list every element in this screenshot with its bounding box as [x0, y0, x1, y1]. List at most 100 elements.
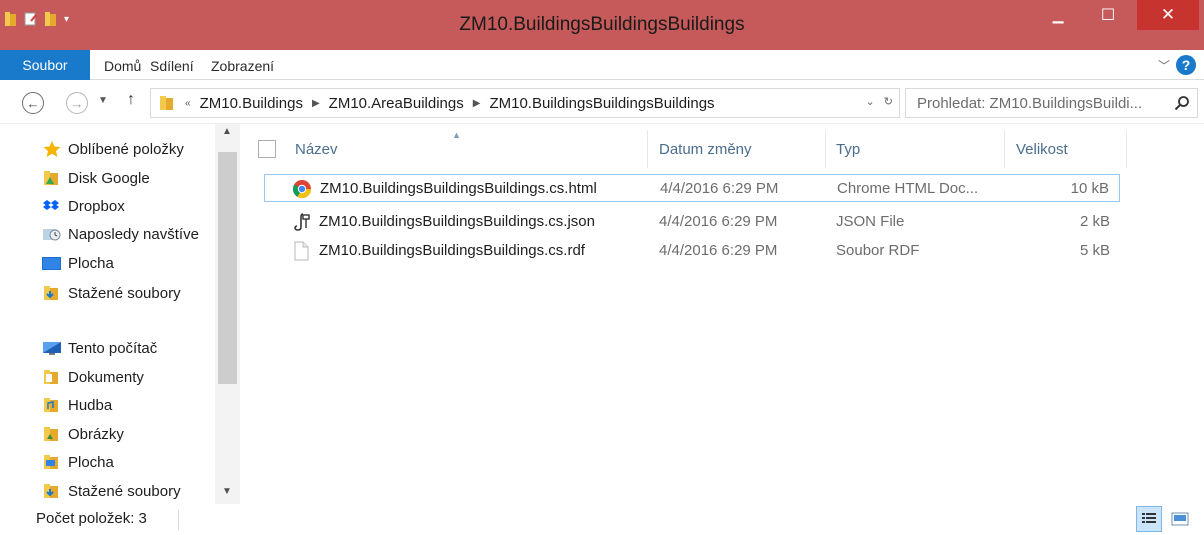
this-pc-icon [42, 340, 64, 356]
google-drive-folder-icon [42, 170, 64, 186]
ribbon-tabs: Soubor Domů Sdílení Zobrazení ﹀ ? [0, 50, 1204, 80]
downloads-folder-icon [42, 483, 64, 499]
address-dropdown-icon[interactable]: ⌄ [866, 96, 875, 108]
file-type: Soubor RDF [836, 242, 920, 259]
large-icons-view-button[interactable] [1168, 508, 1192, 530]
details-view-button[interactable] [1136, 506, 1162, 532]
tab-view[interactable]: Zobrazení [211, 58, 274, 74]
large-icons-view-icon [1171, 512, 1189, 526]
nav-item-downloads[interactable]: Stažené soubory [42, 281, 232, 305]
back-button[interactable]: ← [22, 92, 44, 114]
column-divider[interactable] [825, 130, 826, 168]
address-bar[interactable]: « ZM10.Buildings ▶ ZM10.AreaBuildings ▶ … [150, 88, 900, 118]
tab-home[interactable]: Domů [104, 58, 141, 74]
nav-item-favorites[interactable]: Oblíbené položky [42, 137, 232, 161]
breadcrumb-item[interactable]: ZM10.AreaBuildings [329, 95, 464, 112]
nav-item-recent-places[interactable]: Naposledy navštíve [42, 222, 232, 246]
file-size: 5 kB [1079, 242, 1110, 259]
documents-folder-icon [42, 369, 64, 385]
file-name: ZM10.BuildingsBuildingsBuildings.cs.rdf [319, 242, 585, 259]
file-row[interactable]: ZM10.BuildingsBuildingsBuildings.cs.html… [264, 174, 1120, 202]
column-divider[interactable] [1004, 130, 1005, 168]
nav-item-documents[interactable]: Dokumenty [42, 365, 232, 389]
nav-item-label: Stažené soubory [68, 482, 181, 500]
minimize-icon: ▁ [1052, 6, 1064, 23]
desktop-folder-icon [42, 454, 64, 470]
tab-share[interactable]: Sdílení [150, 58, 194, 74]
file-size: 10 kB [1070, 180, 1109, 197]
recent-locations-dropdown-icon[interactable]: ▼ [98, 95, 108, 106]
file-name: ZM10.BuildingsBuildingsBuildings.cs.json [319, 213, 595, 230]
downloads-folder-icon [42, 285, 64, 301]
scroll-down-icon[interactable]: ▼ [222, 486, 232, 497]
generic-file-icon [294, 241, 309, 261]
file-type: JSON File [836, 213, 905, 230]
column-header-name[interactable]: Název [295, 141, 338, 158]
nav-item-music[interactable]: Hudba [42, 393, 232, 417]
status-bar: Počet položek: 3 [0, 504, 1204, 535]
arrow-left-icon: ← [26, 95, 40, 111]
file-type: Chrome HTML Doc... [837, 180, 979, 197]
file-row[interactable]: ZM10.BuildingsBuildingsBuildings.cs.json… [264, 208, 1120, 236]
file-size: 2 kB [1079, 213, 1110, 230]
sort-ascending-icon: ▲ [452, 130, 461, 140]
nav-item-downloads-pc[interactable]: Stažené soubory [42, 479, 232, 503]
chevron-right-icon[interactable]: ▶ [312, 98, 320, 109]
breadcrumb-item[interactable]: ZM10.Buildings [200, 95, 303, 112]
column-divider[interactable] [1126, 130, 1127, 168]
dropbox-icon [42, 198, 64, 214]
help-icon[interactable]: ? [1176, 55, 1196, 75]
details-view-icon [1142, 513, 1156, 523]
nav-item-dropbox[interactable]: Dropbox [42, 194, 232, 218]
select-all-checkbox[interactable] [258, 140, 276, 158]
nav-item-pictures[interactable]: Obrázky [42, 422, 232, 446]
maximize-button[interactable]: ☐ [1085, 0, 1131, 30]
file-name: ZM10.BuildingsBuildingsBuildings.cs.html [320, 180, 597, 197]
nav-item-label: Dokumenty [68, 368, 144, 386]
nav-item-desktop[interactable]: Plocha [42, 251, 232, 275]
search-placeholder: Prohledat: ZM10.BuildingsBuildi... [917, 94, 1143, 112]
column-header-row: ▲ Název Datum změny Typ Velikost [240, 124, 1130, 170]
window-title: ZM10.BuildingsBuildingsBuildings [459, 14, 745, 35]
nav-item-label: Tento počítač [68, 339, 158, 357]
refresh-icon[interactable]: ↻ [884, 96, 893, 108]
up-button[interactable]: ↑ [127, 91, 135, 109]
music-folder-icon [42, 397, 64, 413]
close-button[interactable]: ✕ [1137, 0, 1199, 30]
navigation-pane: Oblíbené položky Disk Google Dropbox Nap… [0, 124, 240, 504]
column-header-date[interactable]: Datum změny [659, 141, 752, 158]
expand-ribbon-icon[interactable]: ﹀ [1158, 57, 1170, 74]
search-icon[interactable] [1174, 95, 1190, 111]
scroll-up-icon[interactable]: ▲ [222, 126, 232, 137]
forward-button[interactable]: → [66, 92, 88, 114]
file-date: 4/4/2016 6:29 PM [659, 242, 778, 259]
close-icon: ✕ [1160, 5, 1176, 24]
ribbon-right-controls: ﹀ ? [1158, 55, 1196, 75]
scrollbar-thumb[interactable] [218, 152, 237, 384]
folder-icon [160, 96, 173, 110]
nav-item-label: Plocha [68, 453, 114, 471]
file-date: 4/4/2016 6:29 PM [660, 180, 779, 197]
breadcrumb-separator-icon[interactable]: « [185, 98, 191, 109]
file-row[interactable]: ZM10.BuildingsBuildingsBuildings.cs.rdf … [264, 237, 1120, 265]
nav-item-label: Dropbox [68, 197, 125, 215]
breadcrumb-item-current[interactable]: ZM10.BuildingsBuildingsBuildings [489, 95, 714, 112]
nav-item-label: Stažené soubory [68, 284, 181, 302]
minimize-button[interactable]: ▁ [1035, 0, 1081, 30]
tab-file[interactable]: Soubor [0, 50, 90, 80]
sidebar-scrollbar[interactable]: ▲ ▼ [215, 124, 240, 504]
column-divider[interactable] [647, 130, 648, 168]
nav-item-label: Plocha [68, 254, 114, 272]
arrow-right-icon: → [70, 95, 84, 111]
nav-item-this-pc[interactable]: Tento počítač [42, 336, 232, 360]
chrome-icon [292, 180, 311, 199]
address-controls: ⌄ ↻ [866, 95, 894, 108]
column-header-type[interactable]: Typ [836, 141, 860, 158]
nav-item-desktop-folder[interactable]: Plocha [42, 450, 232, 474]
chevron-right-icon[interactable]: ▶ [473, 98, 481, 109]
title-bar: ▾ ZM10.BuildingsBuildingsBuildings ▁ ☐ ✕ [0, 0, 1204, 50]
column-header-size[interactable]: Velikost [1016, 141, 1068, 158]
nav-item-google-drive[interactable]: Disk Google [42, 166, 232, 190]
search-input[interactable]: Prohledat: ZM10.BuildingsBuildi... [905, 88, 1198, 118]
pictures-folder-icon [42, 426, 64, 442]
